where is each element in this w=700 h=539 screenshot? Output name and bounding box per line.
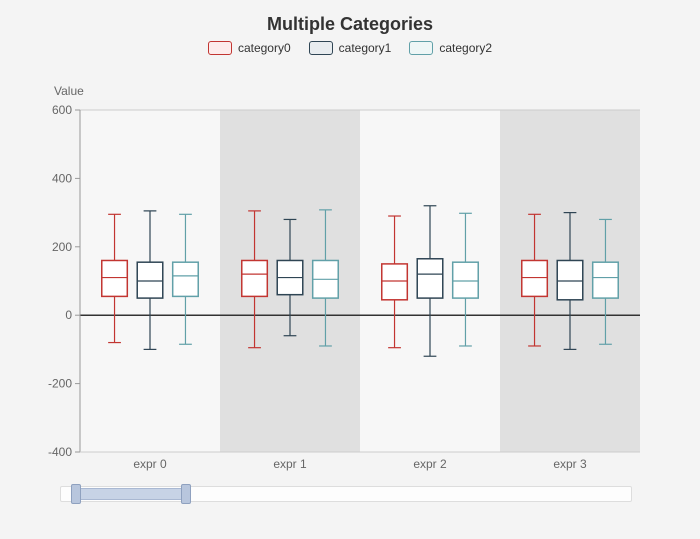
svg-text:0: 0	[65, 308, 72, 322]
svg-text:400: 400	[52, 171, 72, 185]
svg-text:expr 1: expr 1	[273, 457, 307, 471]
plot-area[interactable]: -400 -200 0 200 400 600 expr 0 expr 1 expr 2 expr…	[40, 100, 650, 472]
legend-label-category0: category0	[238, 41, 291, 55]
legend-swatch-category0	[208, 41, 232, 55]
legend-swatch-category1	[309, 41, 333, 55]
zoom-slider-track[interactable]	[60, 486, 632, 502]
svg-text:600: 600	[52, 103, 72, 117]
zoom-slider-thumb[interactable]	[75, 488, 185, 500]
zoom-slider-handle-left[interactable]	[71, 484, 81, 504]
legend-swatch-category2	[409, 41, 433, 55]
legend: category0 category1 category2	[0, 41, 700, 61]
chart-title: Multiple Categories	[0, 0, 700, 41]
svg-text:-200: -200	[48, 377, 72, 391]
legend-item-category0[interactable]: category0	[208, 41, 291, 55]
zoom-slider-handle-right[interactable]	[181, 484, 191, 504]
svg-text:200: 200	[52, 240, 72, 254]
svg-text:expr 2: expr 2	[413, 457, 447, 471]
legend-label-category1: category1	[339, 41, 392, 55]
legend-item-category2[interactable]: category2	[409, 41, 492, 55]
svg-text:expr 3: expr 3	[553, 457, 587, 471]
legend-label-category2: category2	[439, 41, 492, 55]
svg-text:-400: -400	[48, 445, 72, 459]
legend-item-category1[interactable]: category1	[309, 41, 392, 55]
svg-text:expr 0: expr 0	[133, 457, 167, 471]
y-axis-label: Value	[54, 84, 84, 98]
